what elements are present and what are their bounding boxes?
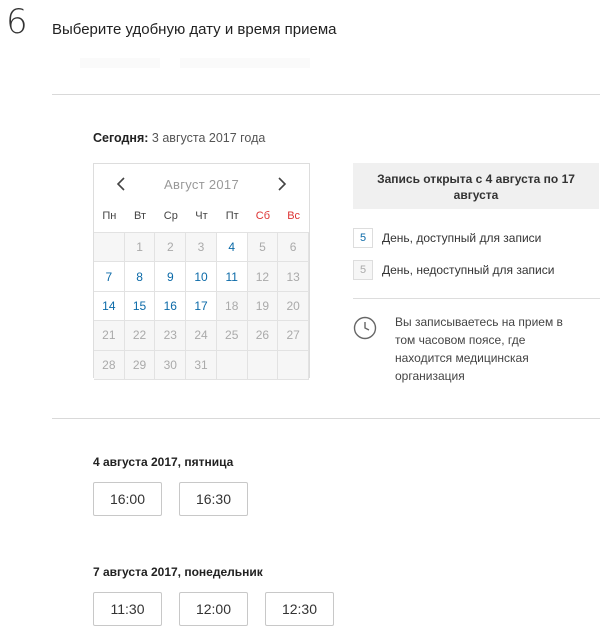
calendar-day-available[interactable]: 14: [94, 291, 125, 322]
time-slot-button[interactable]: 16:30: [179, 482, 248, 516]
calendar-day-unavailable: 3: [186, 233, 217, 263]
weekday-label: Сб: [255, 210, 271, 222]
time-slot-button[interactable]: 12:00: [179, 592, 248, 626]
section-divider: [52, 418, 600, 419]
weekday-label: Вс: [287, 210, 301, 222]
calendar-day-available[interactable]: 11: [216, 262, 248, 292]
calendar-day-unavailable: 21: [94, 321, 125, 351]
step-title: Выберите удобную дату и время приема: [52, 21, 337, 38]
weekday-label: Пн: [102, 210, 117, 222]
calendar-days: 1 2 3 4 5 6 7 8 9 10 11 12 13 14 15 16 17 18 19 20 21 22 23 24 2…: [94, 232, 309, 380]
slot-date-heading: 4 августа 2017, пятница: [93, 455, 234, 469]
calendar-day-unavailable: 30: [155, 350, 187, 380]
calendar-day-unavailable: 25: [216, 321, 248, 351]
today-date: 3 августа 2017 года: [151, 131, 266, 145]
calendar-day-unavailable: 31: [186, 350, 217, 380]
calendar-header: Август 2017: [94, 164, 309, 204]
weekday-row: Пн Вт Ср Чт Пт Сб Вс: [94, 204, 309, 232]
calendar-day-available[interactable]: 15: [124, 291, 156, 322]
calendar-day-available[interactable]: 10: [186, 262, 217, 292]
time-slot-button[interactable]: 11:30: [93, 592, 162, 626]
weekday-label: Ср: [163, 210, 178, 222]
legend-available-sample: 5: [353, 228, 373, 248]
calendar-day-unavailable: 19: [247, 291, 279, 322]
calendar-day-unavailable: 20: [278, 291, 309, 322]
calendar-day-unavailable: 23: [155, 321, 187, 351]
faded-placeholder: [180, 58, 310, 68]
clock-icon: [353, 316, 377, 340]
weekday-label: Вт: [134, 210, 147, 222]
info-divider: [353, 298, 600, 299]
time-slot-button[interactable]: 16:00: [93, 482, 162, 516]
calendar-day-unavailable: 27: [278, 321, 309, 351]
slot-date-heading: 7 августа 2017, понедельник: [93, 565, 263, 579]
calendar-day-available[interactable]: 8: [124, 262, 156, 292]
calendar-day-unavailable: 1: [124, 233, 156, 263]
calendar-day-unavailable: 24: [186, 321, 217, 351]
calendar-empty-cell: [247, 350, 279, 380]
today-line: Сегодня: 3 августа 2017 года: [93, 131, 265, 145]
weekday-label: Пт: [225, 210, 239, 222]
timezone-note: Вы записываетесь на прием в том часовом …: [395, 315, 563, 383]
calendar-empty-cell: [216, 350, 248, 380]
calendar-day-unavailable: 29: [124, 350, 156, 380]
calendar-day-unavailable: 13: [278, 262, 309, 292]
calendar-day-available[interactable]: 4: [216, 233, 248, 263]
calendar-day-unavailable: 26: [247, 321, 279, 351]
calendar: Август 2017 Пн Вт Ср Чт Пт Сб Вс 1 2 3 4 5 6 7 8 9 10 11…: [93, 163, 310, 380]
legend-available: 5 День, доступный для записи: [353, 228, 541, 248]
calendar-day-unavailable: 12: [247, 262, 279, 292]
legend-unavailable-text: День, недоступный для записи: [382, 263, 555, 277]
legend-unavailable: 5 День, недоступный для записи: [353, 260, 554, 280]
calendar-day-unavailable: 5: [247, 233, 279, 263]
calendar-day-unavailable: 22: [124, 321, 156, 351]
section-divider: [52, 94, 600, 95]
calendar-day-available[interactable]: 9: [155, 262, 187, 292]
calendar-day-unavailable: 28: [94, 350, 125, 380]
calendar-day-available[interactable]: 7: [94, 262, 125, 292]
calendar-day-unavailable: 18: [216, 291, 248, 322]
calendar-day-available[interactable]: 17: [186, 291, 217, 322]
calendar-day-unavailable: 2: [155, 233, 187, 263]
calendar-empty-cell: [94, 233, 125, 263]
calendar-day-available[interactable]: 16: [155, 291, 187, 322]
weekday-label: Чт: [195, 210, 208, 222]
booking-period-notice: Запись открыта с 4 августа по 17 августа: [353, 163, 599, 209]
calendar-empty-cell: [278, 350, 309, 380]
faded-placeholder: [80, 58, 160, 68]
legend-unavailable-sample: 5: [353, 260, 373, 280]
today-label: Сегодня:: [93, 131, 149, 145]
legend-available-text: День, доступный для записи: [382, 231, 542, 245]
chevron-right-icon: [278, 177, 287, 191]
time-slot-button[interactable]: 12:30: [265, 592, 334, 626]
next-month-button[interactable]: [270, 172, 294, 196]
calendar-day-unavailable: 6: [278, 233, 309, 263]
step-number: 6: [6, 2, 28, 42]
